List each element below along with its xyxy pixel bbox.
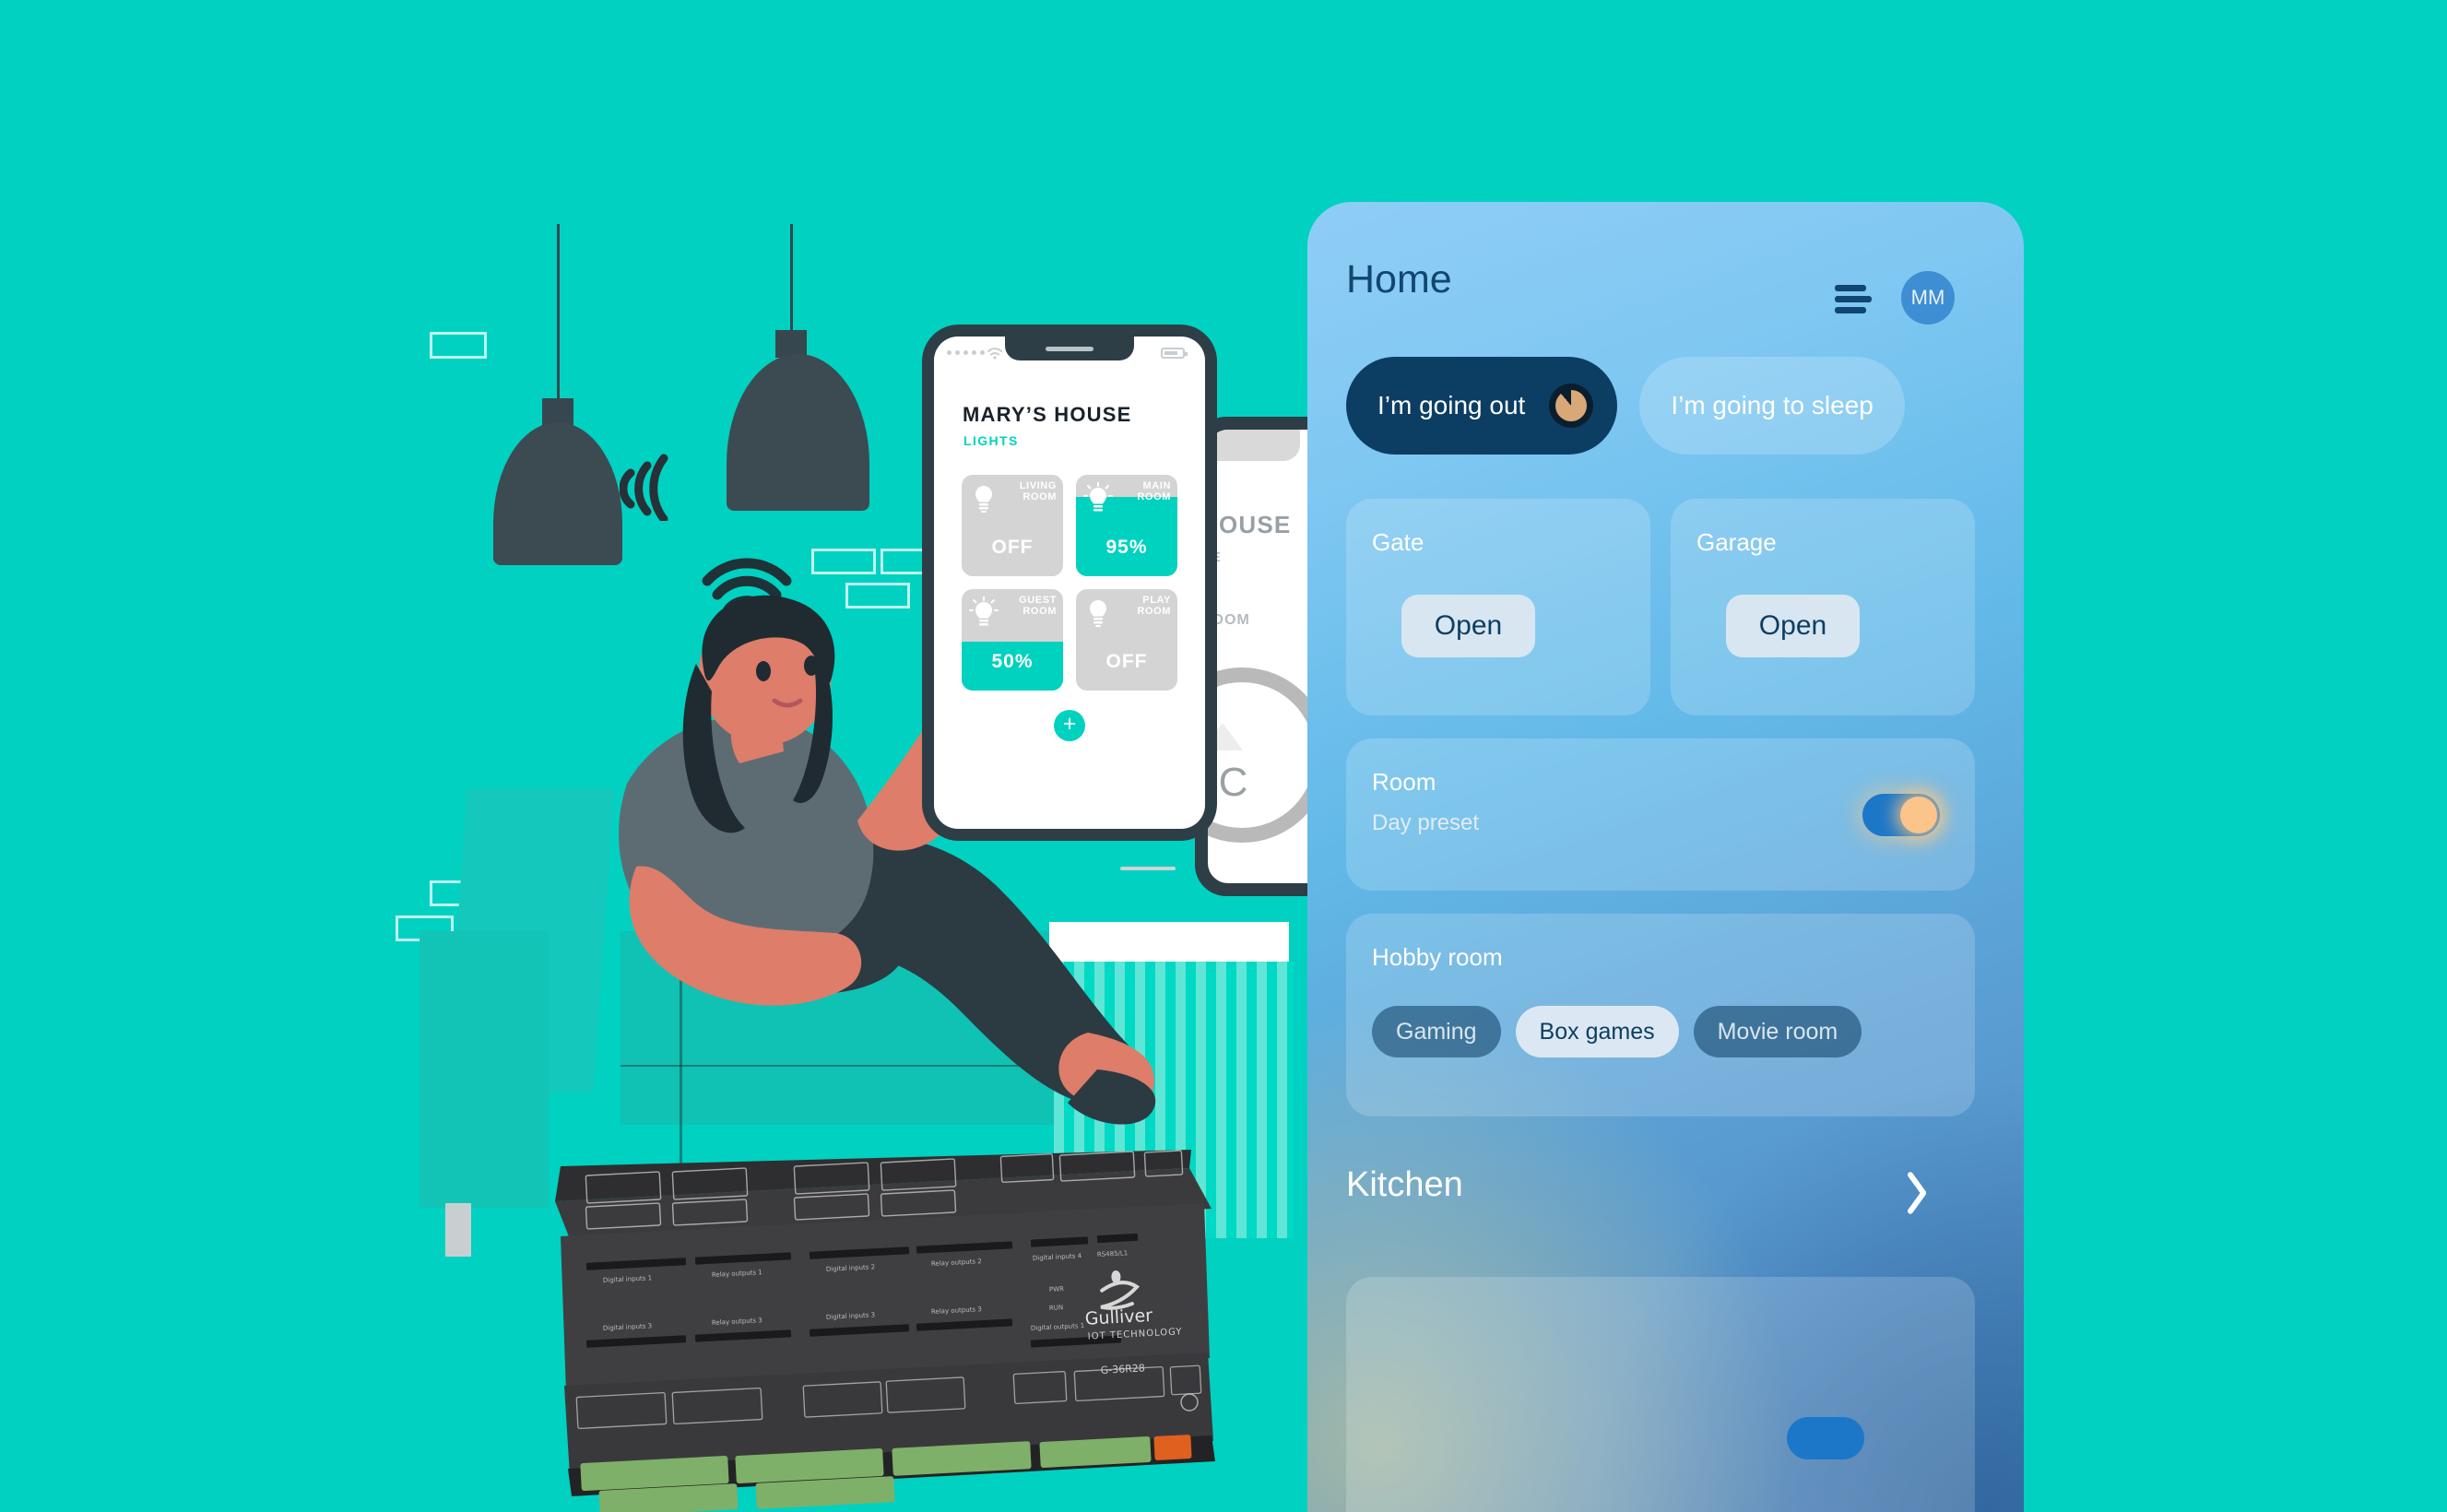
scene-going-to-sleep-button[interactable]: I’m going to sleep [1639, 357, 1905, 455]
hamburger-line [1835, 296, 1872, 302]
hobby-mode-chips: Gaming Box games Movie room [1372, 1006, 1862, 1057]
garage-open-button[interactable]: Open [1726, 595, 1860, 657]
room-card[interactable]: Room Day preset [1346, 738, 1975, 891]
tile-value: OFF [1105, 651, 1148, 672]
tile-label: MAIN ROOM [1137, 480, 1171, 502]
svg-text:PWR: PWR [1049, 1285, 1065, 1293]
iot-controller-device: Digital inputs 1 Relay outputs 1 Digital… [544, 1148, 1217, 1512]
battery-icon [1161, 348, 1188, 359]
gate-label: Gate [1372, 528, 1424, 556]
phone2-home-bar [1120, 867, 1176, 870]
lightbulb-icon [1090, 600, 1106, 627]
room-title: Room [1372, 768, 1436, 796]
light-tile[interactable]: PLAY ROOM OFF [1076, 589, 1177, 691]
phone2-notch [1208, 430, 1300, 461]
pendant-lamp-icon [493, 422, 622, 565]
smart-home-app-panel: Home MM I’m going out I’m going to sleep… [1307, 202, 2024, 1512]
decor-outline-box [811, 549, 876, 574]
gate-card[interactable]: Gate Open [1346, 499, 1650, 715]
tile-label: LIVING ROOM [1019, 480, 1057, 502]
scene-shortcuts-row: I’m going out I’m going to sleep [1346, 357, 1905, 455]
wifi-signal-icon [620, 454, 668, 521]
chip-movie-room[interactable]: Movie room [1693, 1006, 1862, 1057]
pendant-lamp-icon [727, 354, 869, 511]
light-tile[interactable]: MAIN ROOM 95% [1076, 475, 1177, 576]
room-toggle[interactable] [1862, 794, 1940, 836]
garage-card[interactable]: Garage Open [1671, 499, 1975, 715]
hobby-title: Hobby room [1372, 943, 1503, 971]
kitchen-next-card[interactable] [1346, 1277, 1975, 1512]
kitchen-section-title[interactable]: Kitchen [1346, 1165, 1463, 1205]
chip-box-games[interactable]: Box games [1515, 1006, 1679, 1057]
lightbulb-icon [975, 486, 992, 513]
tile-value: 50% [991, 651, 1034, 672]
hamburger-line [1835, 285, 1866, 291]
room-preset: Day preset [1372, 810, 1480, 835]
scene-label: I’m going to sleep [1671, 391, 1874, 419]
tile-value: 95% [1105, 537, 1148, 558]
phone-app-subtitle: LIGHTS [963, 433, 1019, 448]
svg-text:Gulliver: Gulliver [1084, 1305, 1153, 1329]
page-title: Home [1346, 257, 1452, 301]
hamburger-icon[interactable] [1835, 285, 1872, 314]
kitchen-card-control[interactable] [1787, 1417, 1864, 1459]
hamburger-line [1835, 307, 1866, 313]
lamp-cord [557, 224, 560, 401]
lightbulb-icon [1083, 482, 1113, 512]
chip-gaming[interactable]: Gaming [1372, 1006, 1501, 1057]
phone2-title: HOUSE [1208, 511, 1292, 538]
phone-screen: MARY’S HOUSE LIGHTS LIVING ROOM OFF MAIN R… [934, 337, 1205, 829]
decor-outline-box [430, 332, 487, 359]
tile-value: OFF [991, 537, 1034, 558]
hobby-room-card[interactable]: Hobby room Gaming Box games Movie room [1346, 914, 1975, 1116]
clock-icon [1549, 384, 1594, 428]
scene-label: I’m going out [1377, 391, 1526, 419]
tile-label: PLAY ROOM [1137, 595, 1171, 617]
tile-label: GUEST ROOM [1019, 595, 1057, 617]
phone-speaker-bar [1046, 347, 1093, 351]
phone-app-title: MARY’S HOUSE [963, 403, 1132, 426]
hero-illustration: HOUSE RE ROOM °C MARY’S HOUSE LIGHTS LIV… [0, 0, 1383, 1512]
gate-open-button[interactable]: Open [1401, 595, 1535, 657]
toggle-knob [1900, 797, 1937, 833]
light-tile[interactable]: GUEST ROOM 50% [962, 589, 1063, 691]
side-table-leg [445, 1203, 471, 1257]
lightbulb-icon [969, 597, 999, 626]
lamp-cord [790, 224, 793, 333]
svg-text:RUN: RUN [1049, 1304, 1064, 1312]
signal-dots-icon [947, 350, 985, 355]
scene-going-out-button[interactable]: I’m going out [1346, 357, 1618, 455]
light-tile[interactable]: LIVING ROOM OFF [962, 475, 1063, 576]
avatar[interactable]: MM [1901, 271, 1955, 325]
wifi-status-icon [987, 348, 1002, 360]
chevron-right-icon[interactable] [1907, 1170, 1931, 1212]
add-device-button[interactable]: + [1054, 710, 1085, 741]
garage-label: Garage [1696, 528, 1777, 556]
